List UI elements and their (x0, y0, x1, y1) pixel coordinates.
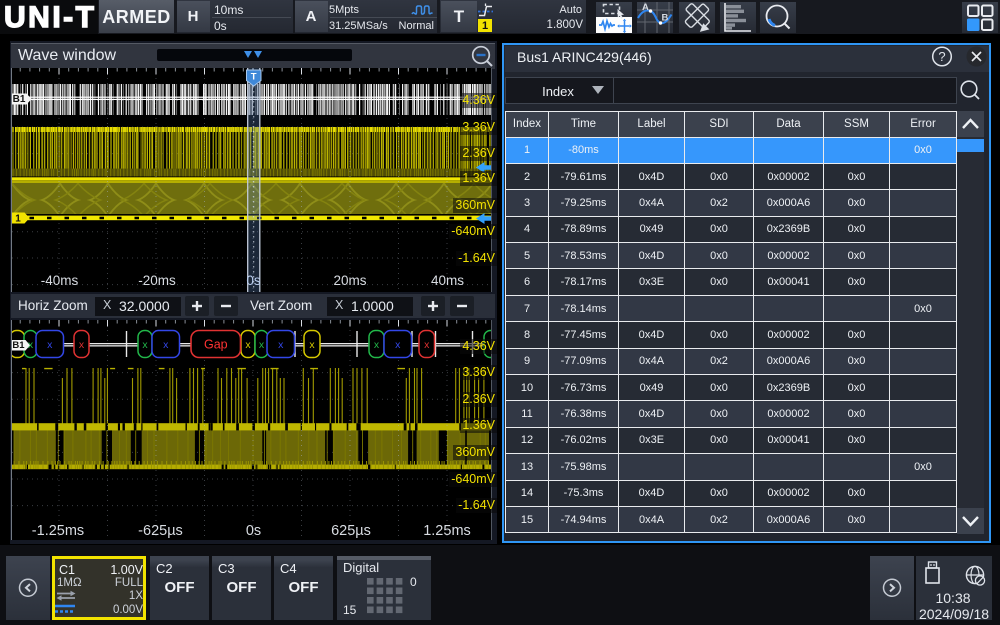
svg-text:x: x (395, 339, 401, 351)
svg-text:B1: B1 (13, 94, 26, 105)
svg-text:x: x (278, 339, 284, 351)
svg-text:x: x (47, 339, 53, 351)
svg-text:x: x (163, 339, 169, 351)
svg-text:x: x (259, 339, 265, 351)
svg-text:x: x (142, 339, 148, 351)
svg-text:Gap: Gap (204, 338, 228, 352)
svg-text:T: T (251, 72, 257, 83)
svg-text:A: A (642, 2, 649, 13)
svg-text:B: B (662, 12, 669, 23)
svg-text:?: ? (938, 49, 945, 64)
svg-text:1: 1 (15, 214, 21, 225)
svg-text:x: x (79, 339, 85, 351)
svg-text:x: x (245, 339, 251, 351)
svg-text:x: x (374, 339, 380, 351)
svg-text:B1: B1 (12, 340, 25, 351)
svg-text:x: x (424, 339, 430, 351)
svg-text:x: x (309, 339, 315, 351)
